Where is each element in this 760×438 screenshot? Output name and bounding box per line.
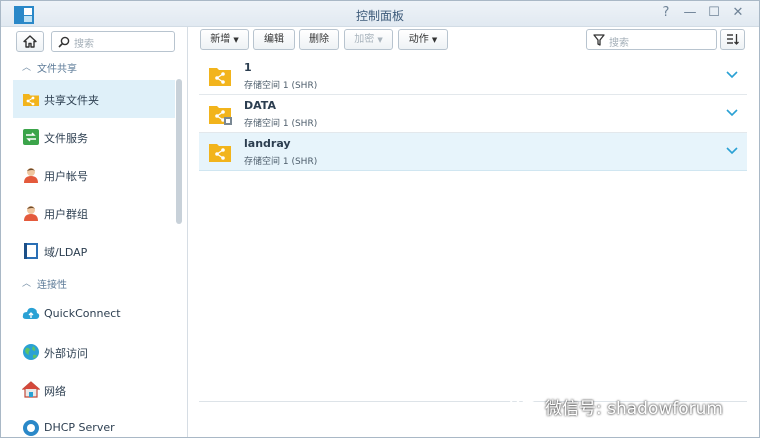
sidebar-item-label: 用户帐号 [44, 170, 88, 183]
section-label: 连接性 [37, 280, 67, 291]
minimize-button[interactable]: — [682, 5, 698, 21]
sidebar-item-label: 网络 [44, 385, 66, 398]
sort-button[interactable] [720, 29, 745, 50]
shared-folder-locked-icon [209, 106, 232, 125]
folder-name: DATA [244, 99, 276, 112]
edit-button[interactable]: 编辑 [253, 29, 295, 50]
caret-down-icon: ▼ [431, 36, 438, 44]
window-title: 控制面板 [355, 9, 404, 23]
section-header-file-sharing[interactable]: ︿ 文件共享 [1, 57, 176, 77]
sidebar-item-user-account[interactable]: 用户帐号 [13, 156, 175, 194]
filter-search-input[interactable]: 搜索 [586, 29, 717, 50]
search-icon [58, 36, 70, 48]
sidebar-item-label: 文件服务 [44, 132, 88, 145]
sidebar-item-user-group[interactable]: 用户群组 [13, 194, 175, 232]
sidebar-item-label: 外部访问 [44, 347, 88, 360]
caret-down-icon: ▼ [377, 36, 383, 44]
home-button[interactable] [16, 31, 44, 52]
close-button[interactable]: ✕ [730, 5, 746, 21]
folder-volume: 存储空间 1 (SHR) [244, 119, 318, 129]
list-item[interactable]: DATA 存储空间 1 (SHR) [199, 95, 747, 133]
file-services-icon [23, 129, 39, 145]
shared-folder-icon [209, 144, 231, 162]
action-button-label: 动作 [408, 34, 429, 45]
folder-volume: 存储空间 1 (SHR) [244, 81, 318, 91]
toolbar: 新增 ▼ 编辑 删除 加密 ▼ 动作 ▼ 搜索 [188, 27, 759, 55]
filter-icon [593, 34, 605, 46]
sidebar-item-domain-ldap[interactable]: 域/LDAP [13, 232, 175, 270]
chevron-up-icon: ︿ [22, 63, 32, 73]
create-button[interactable]: 新增 ▼ [200, 29, 249, 50]
sidebar-search-placeholder: 搜索 [74, 39, 94, 50]
quickconnect-icon [22, 307, 40, 319]
sidebar: 搜索 ︿ 文件共享 共享文件夹 文件服务 用户帐号 用户群组 域/LDAP ︿ … [1, 27, 188, 437]
sidebar-item-shared-folder[interactable]: 共享文件夹 [13, 80, 175, 118]
sidebar-item-label: 域/LDAP [44, 246, 88, 259]
domain-ldap-icon [24, 243, 38, 259]
home-icon [23, 35, 37, 48]
caret-down-icon: ▼ [233, 36, 239, 44]
section-label: 文件共享 [37, 64, 77, 75]
sidebar-item-quickconnect[interactable]: QuickConnect [13, 295, 175, 333]
sidebar-item-label: DHCP Server [44, 421, 115, 434]
sidebar-item-label: QuickConnect [44, 307, 121, 320]
title-bar[interactable]: 控制面板 ? — ☐ ✕ [1, 1, 759, 27]
chevron-down-icon[interactable] [726, 144, 738, 156]
shared-folder-icon [23, 94, 39, 106]
chevron-down-icon[interactable] [726, 106, 738, 118]
sidebar-item-external-access[interactable]: 外部访问 [13, 333, 175, 371]
wechat-icon [510, 394, 538, 416]
folder-name: landray [244, 137, 291, 150]
sidebar-search-input[interactable]: 搜索 [51, 31, 175, 52]
encrypt-button-label: 加密 [354, 34, 375, 45]
list-item[interactable]: 1 存储空间 1 (SHR) [199, 57, 747, 95]
sidebar-item-label: 共享文件夹 [44, 94, 99, 107]
sidebar-item-network[interactable]: 网络 [13, 371, 175, 409]
maximize-button[interactable]: ☐ [706, 5, 722, 21]
delete-button[interactable]: 删除 [299, 29, 339, 50]
dhcp-icon [23, 420, 39, 436]
create-button-label: 新增 [210, 34, 231, 45]
watermark-text: 微信号: shadowforum [545, 399, 723, 419]
sidebar-item-file-services[interactable]: 文件服务 [13, 118, 175, 156]
chevron-down-icon[interactable] [726, 68, 738, 80]
control-panel-window: 控制面板 ? — ☐ ✕ 搜索 ︿ 文件共享 共享文件夹 文件服务 用户帐号 用… [0, 0, 760, 438]
folder-name: 1 [244, 61, 252, 74]
folder-volume: 存储空间 1 (SHR) [244, 157, 318, 167]
network-icon [22, 381, 40, 398]
help-button[interactable]: ? [658, 5, 674, 21]
list-item[interactable]: landray 存储空间 1 (SHR) [199, 133, 747, 171]
sort-icon [727, 34, 739, 45]
encrypt-button[interactable]: 加密 ▼ [344, 29, 393, 50]
globe-icon [23, 344, 39, 360]
section-header-connectivity[interactable]: ︿ 连接性 [1, 273, 176, 293]
shared-folder-icon [209, 68, 231, 86]
group-icon [24, 206, 38, 221]
chevron-up-icon: ︿ [22, 279, 32, 289]
filter-placeholder: 搜索 [609, 38, 629, 49]
sidebar-scrollbar[interactable] [176, 79, 182, 224]
user-icon [24, 168, 38, 183]
action-button[interactable]: 动作 ▼ [398, 29, 448, 50]
sidebar-item-dhcp-server[interactable]: DHCP Server [13, 409, 175, 437]
sidebar-item-label: 用户群组 [44, 208, 88, 221]
